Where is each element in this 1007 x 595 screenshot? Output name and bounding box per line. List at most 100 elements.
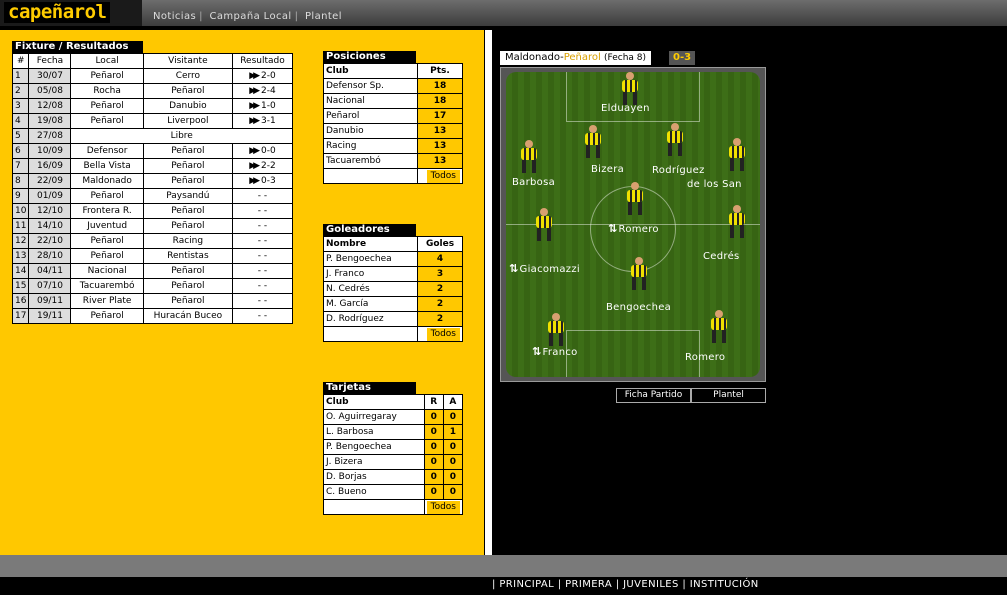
row-resultado: - - <box>231 218 294 234</box>
player-figure[interactable] <box>704 310 734 344</box>
fixture-row: 7 16/09 Bella Vista Peñarol ▶▶ 2-2 <box>11 158 294 174</box>
tab-ficha-partido[interactable]: Ficha Partido <box>616 388 691 403</box>
player-name[interactable]: Barbosa <box>512 177 555 188</box>
posiciones-row: Racing 13 <box>323 138 463 154</box>
site-logo[interactable]: capeñarol <box>4 2 111 23</box>
nav-institucion[interactable]: INSTITUCIÓN <box>690 579 759 590</box>
tarjetas-todos-button[interactable]: Todos <box>426 500 460 514</box>
footer-bar <box>0 555 1007 577</box>
nav-noticias[interactable]: Noticias <box>153 11 196 22</box>
player-name[interactable]: P. Bengoechea <box>323 439 425 455</box>
player-figure[interactable] <box>514 140 544 174</box>
fixture-table: # Fecha Local Visitante Resultado 1 30/07… <box>11 53 294 324</box>
top-bar: capeñarol Noticias | Campaña Local | Plant… <box>0 0 1007 26</box>
player-name[interactable]: D. Rodríguez <box>323 311 418 327</box>
club-name[interactable]: Peñarol <box>323 108 418 124</box>
player-name[interactable]: P. Bengoechea <box>323 251 418 267</box>
goleadores-todos-button[interactable]: Todos <box>426 327 460 341</box>
player-name[interactable]: L. Barbosa <box>323 424 425 440</box>
club-name[interactable]: Danubio <box>323 123 418 139</box>
player-figure[interactable] <box>578 125 608 159</box>
nav-principal[interactable]: PRINCIPAL <box>499 579 554 590</box>
row-resultado: - - <box>231 263 294 279</box>
red-cards: 0 <box>423 409 444 425</box>
club-name[interactable]: Defensor Sp. <box>323 78 418 94</box>
player-goals: 4 <box>417 251 463 267</box>
play-arrow-icon[interactable]: ▶▶ <box>249 101 260 111</box>
row-num: 5 <box>11 128 30 144</box>
row-local: Peñarol <box>70 308 144 324</box>
player-goals: 2 <box>417 281 463 297</box>
posiciones-title: Posiciones <box>323 51 416 63</box>
player-name[interactable]: Rodríguez <box>652 165 705 176</box>
row-resultado[interactable]: ▶▶ 3-1 <box>231 113 294 129</box>
club-name[interactable]: Tacuarembó <box>323 153 418 169</box>
row-date: 07/10 <box>28 278 72 294</box>
player-figure[interactable] <box>615 72 645 106</box>
play-arrow-icon[interactable]: ▶▶ <box>249 146 260 156</box>
play-arrow-icon[interactable]: ▶▶ <box>249 161 260 171</box>
player-figure[interactable] <box>620 182 650 216</box>
row-local: Defensor <box>70 143 144 159</box>
row-resultado[interactable]: ▶▶ 2-0 <box>231 68 294 84</box>
tarjetas-title: Tarjetas <box>323 382 416 394</box>
player-name[interactable]: O. Aguirregaray <box>323 409 425 425</box>
player-name[interactable]: Bizera <box>591 164 624 175</box>
player-name[interactable]: Bengoechea <box>606 302 671 313</box>
result-score: - - <box>257 251 268 261</box>
substitution-icon: ⇅ <box>509 262 519 275</box>
player-name[interactable]: de los San <box>687 179 742 190</box>
row-num: 10 <box>11 203 30 219</box>
home-team: Maldonado <box>505 52 561 63</box>
player-name[interactable]: ⇅Romero <box>608 222 659 235</box>
player-figure[interactable] <box>722 138 752 172</box>
player-name[interactable]: N. Cedrés <box>323 281 418 297</box>
player-name[interactable]: D. Borjas <box>323 469 425 485</box>
play-arrow-icon[interactable]: ▶▶ <box>249 176 260 186</box>
substitution-icon: ⇅ <box>532 345 542 358</box>
nav-juveniles[interactable]: JUVENILES <box>623 579 679 590</box>
row-resultado[interactable]: ▶▶ 2-4 <box>231 83 294 99</box>
play-arrow-icon[interactable]: ▶▶ <box>249 71 260 81</box>
row-resultado: - - <box>231 203 294 219</box>
row-resultado[interactable]: ▶▶ 2-2 <box>231 158 294 174</box>
result-score: - - <box>257 281 268 291</box>
fixture-row: 4 19/08 Peñarol Liverpool ▶▶ 3-1 <box>11 113 294 129</box>
row-date: 28/10 <box>28 248 72 264</box>
player-figure[interactable] <box>541 313 571 347</box>
player-figure[interactable] <box>660 123 690 157</box>
player-name[interactable]: Romero <box>685 352 725 363</box>
row-num: 8 <box>11 173 30 189</box>
player-name[interactable]: Cedrés <box>703 251 740 262</box>
player-name[interactable]: Elduayen <box>601 103 650 114</box>
posiciones-todos-button[interactable]: Todos <box>426 169 460 183</box>
nav-plantel[interactable]: Plantel <box>305 11 342 22</box>
result-score: - - <box>257 206 268 216</box>
play-arrow-icon[interactable]: ▶▶ <box>249 86 260 96</box>
player-name[interactable]: C. Bueno <box>323 484 425 500</box>
player-name[interactable]: ⇅Franco <box>532 345 578 358</box>
player-name[interactable]: M. García <box>323 296 418 312</box>
row-num: 14 <box>11 263 30 279</box>
substitution-icon: ⇅ <box>608 222 618 235</box>
tab-plantel[interactable]: Plantel <box>691 388 766 403</box>
row-date: 05/08 <box>28 83 72 99</box>
player-name[interactable]: J. Franco <box>323 266 418 282</box>
nav-primera[interactable]: PRIMERA <box>565 579 612 590</box>
fixture-title: Fixture / Resultados <box>12 41 143 53</box>
player-name[interactable]: J. Bizera <box>323 454 425 470</box>
row-resultado[interactable]: ▶▶ 0-3 <box>231 173 294 189</box>
row-resultado: - - <box>231 188 294 204</box>
club-name[interactable]: Nacional <box>323 93 418 109</box>
play-arrow-icon[interactable]: ▶▶ <box>249 116 260 126</box>
row-resultado[interactable]: ▶▶ 0-0 <box>231 143 294 159</box>
tarjetas-section: Tarjetas Club R A O. Aguirregaray 0 0 L. Ba… <box>323 382 464 515</box>
player-name[interactable]: ⇅Giacomazzi <box>509 262 580 275</box>
club-name[interactable]: Racing <box>323 138 418 154</box>
player-figure[interactable] <box>722 205 752 239</box>
nav-campana-local[interactable]: Campaña Local <box>210 11 292 22</box>
player-figure[interactable] <box>529 208 559 242</box>
player-figure[interactable] <box>624 257 654 291</box>
penalty-area-bottom <box>566 330 700 377</box>
row-resultado[interactable]: ▶▶ 1-0 <box>231 98 294 114</box>
